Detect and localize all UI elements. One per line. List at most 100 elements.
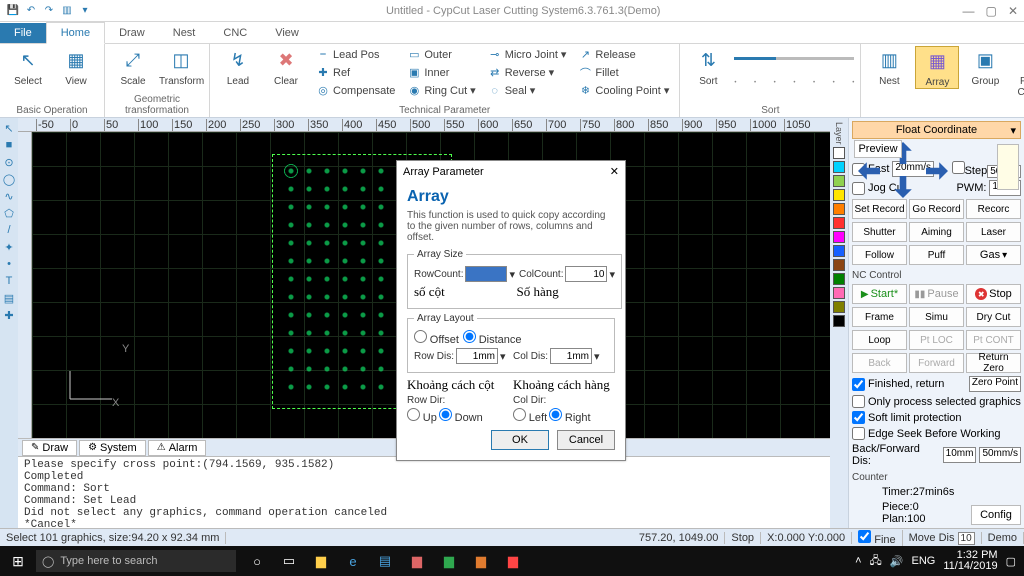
fine-check[interactable] — [858, 530, 871, 543]
bfd-speed[interactable]: 50mm/s — [979, 447, 1021, 463]
finished-check[interactable] — [852, 378, 865, 391]
pause-button[interactable]: ▮▮ Pause — [909, 284, 964, 304]
tool-9-icon[interactable]: • — [2, 258, 16, 272]
tool-10-icon[interactable]: T — [2, 275, 16, 289]
layer-swatch[interactable] — [833, 217, 845, 229]
setrecord-button[interactable]: Set Record — [852, 199, 907, 219]
task-cortana-icon[interactable]: ○ — [242, 549, 272, 573]
left-radio[interactable] — [513, 408, 526, 421]
up-radio[interactable] — [407, 408, 420, 421]
tool-1-icon[interactable]: ↖ — [2, 122, 16, 136]
fillet-button[interactable]: ⌒Fillet — [574, 64, 673, 81]
ptloc-button[interactable]: Pt LOC — [909, 330, 964, 350]
layer-swatch[interactable] — [833, 203, 845, 215]
lead-button[interactable]: ↯Lead — [216, 46, 260, 87]
tool-3-icon[interactable]: ⊙ — [2, 156, 16, 170]
tray-vol-icon[interactable]: 🔊 — [890, 555, 904, 568]
tab-nest[interactable]: Nest — [159, 23, 210, 43]
qa-more-icon[interactable]: ▾ — [78, 4, 92, 18]
minimize-icon[interactable]: — — [962, 4, 974, 18]
start-button[interactable]: ▶ Start* — [852, 284, 907, 304]
seal-button[interactable]: ◌Seal ▾ — [484, 82, 571, 99]
layer-swatch[interactable] — [833, 245, 845, 257]
ok-button[interactable]: OK — [491, 430, 549, 450]
layer-swatch[interactable] — [833, 301, 845, 313]
tab-view[interactable]: View — [261, 23, 313, 43]
tab-cnc[interactable]: CNC — [209, 23, 261, 43]
task-taskview-icon[interactable]: ▭ — [274, 549, 304, 573]
bfd-dist[interactable]: 10mm — [943, 447, 977, 463]
cancel-button[interactable]: Cancel — [557, 430, 615, 450]
tab-alarm-log[interactable]: ⚠ Alarm — [148, 440, 207, 456]
rowcount-input[interactable] — [465, 266, 507, 282]
tray-up-icon[interactable]: ˄ — [855, 555, 861, 567]
task-app4-icon[interactable]: ▆ — [466, 549, 496, 573]
distance-radio[interactable] — [463, 330, 476, 343]
qa-open-icon[interactable]: ▥ — [60, 4, 74, 18]
gorecord-button[interactable]: Go Record — [909, 199, 964, 219]
task-app5-icon[interactable]: ▆ — [498, 549, 528, 573]
puff-button[interactable]: Puff — [909, 245, 964, 265]
task-edge-icon[interactable]: e — [338, 549, 368, 573]
tool-11-icon[interactable]: ▤ — [2, 292, 16, 306]
zeropoint-select[interactable]: Zero Point — [969, 376, 1021, 392]
ptcont-button[interactable]: Pt CONT — [966, 330, 1021, 350]
layer-swatch[interactable] — [833, 189, 845, 201]
microjoint-button[interactable]: ⊸Micro Joint ▾ — [484, 46, 571, 63]
z-jog-icon[interactable] — [997, 144, 1019, 190]
tab-draw-log[interactable]: ✎ Draw — [22, 440, 77, 456]
layer-swatch[interactable] — [833, 231, 845, 243]
offset-radio[interactable] — [414, 330, 427, 343]
task-app2-icon[interactable]: ▆ — [402, 549, 432, 573]
tray-notif-icon[interactable]: ▢ — [1006, 555, 1016, 568]
layer-swatch[interactable] — [833, 259, 845, 271]
shutter-button[interactable]: Shutter — [852, 222, 907, 242]
clear-button[interactable]: ✖Clear — [264, 46, 308, 87]
dialog-close-icon[interactable]: ✕ — [610, 165, 619, 178]
tool-4-icon[interactable]: ◯ — [2, 173, 16, 187]
tool-2-icon[interactable]: ■ — [2, 139, 16, 153]
loop-button[interactable]: Loop — [852, 330, 907, 350]
scale-button[interactable]: ⤢Scale — [111, 46, 155, 87]
qa-redo-icon[interactable]: ↷ — [42, 4, 56, 18]
right-radio[interactable] — [549, 408, 562, 421]
compensate-button[interactable]: ◎Compensate — [312, 82, 399, 99]
forward-button[interactable]: Forward — [909, 353, 964, 373]
tab-home[interactable]: Home — [46, 22, 105, 44]
qa-save-icon[interactable]: 💾 — [6, 4, 20, 18]
config-button[interactable]: Config — [971, 505, 1021, 525]
tray-net-icon[interactable]: 🖧 — [870, 552, 882, 571]
down-radio[interactable] — [439, 408, 452, 421]
edgeseek-check[interactable] — [852, 427, 865, 440]
leadpos-button[interactable]: ⎯Lead Pos — [312, 46, 399, 63]
coord-mode-select[interactable]: Float Coordinate — [852, 121, 1021, 139]
qa-undo-icon[interactable]: ↶ — [24, 4, 38, 18]
tab-draw[interactable]: Draw — [105, 23, 159, 43]
tool-12-icon[interactable]: ✚ — [2, 309, 16, 323]
movedis-input[interactable]: 10 — [958, 532, 975, 545]
back-button[interactable]: Back — [852, 353, 907, 373]
taskbar-search[interactable]: ◯ Type here to search — [36, 550, 236, 572]
layer-swatch[interactable] — [833, 315, 845, 327]
returnzero-button[interactable]: Return Zero — [966, 353, 1021, 373]
layer-swatch[interactable] — [833, 273, 845, 285]
rowdis-input[interactable] — [456, 348, 498, 364]
colcount-input[interactable] — [565, 266, 607, 282]
tool-8-icon[interactable]: ✦ — [2, 241, 16, 255]
layer-swatch[interactable] — [833, 161, 845, 173]
aiming-button[interactable]: Aiming — [909, 222, 964, 242]
sort-slider[interactable] — [734, 46, 854, 70]
follow-button[interactable]: Follow — [852, 245, 907, 265]
simu-button[interactable]: Simu — [909, 307, 964, 327]
task-app3-icon[interactable]: ▆ — [434, 549, 464, 573]
maximize-icon[interactable]: ▢ — [986, 4, 997, 18]
task-app1-icon[interactable]: ▤ — [370, 549, 400, 573]
tab-file[interactable]: File — [0, 23, 46, 43]
release-button[interactable]: ↗Release — [574, 46, 673, 63]
frame-button[interactable]: Frame — [852, 307, 907, 327]
inner-button[interactable]: ▣Inner — [403, 64, 479, 81]
stop-button[interactable]: ✖ Stop — [966, 284, 1021, 304]
cooling-button[interactable]: ❄Cooling Point ▾ — [574, 82, 673, 99]
preview-button[interactable]: Preview — [854, 140, 902, 158]
drycut-button[interactable]: Dry Cut — [966, 307, 1021, 327]
